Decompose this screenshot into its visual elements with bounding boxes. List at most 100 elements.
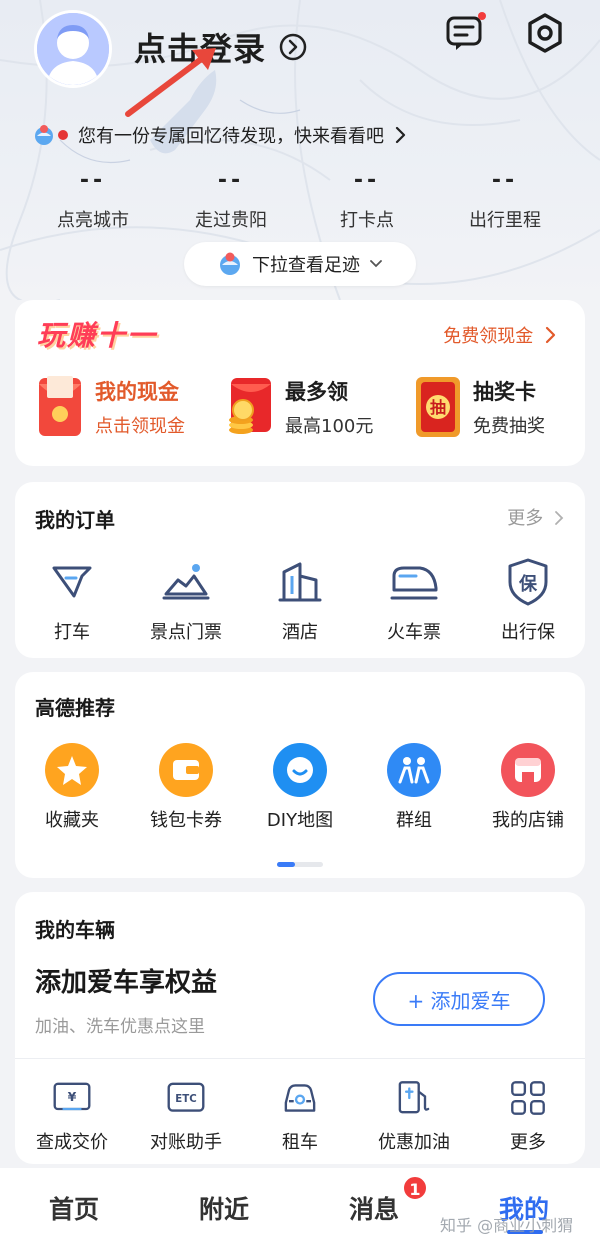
vehicle-etc[interactable]: ETC 对账助手 — [129, 1076, 243, 1154]
stat-mileage[interactable]: -- 出行里程 — [430, 168, 580, 232]
svg-text:¥: ¥ — [68, 1089, 77, 1104]
recommend-favorites[interactable]: 收藏夹 — [15, 742, 129, 832]
settings-icon[interactable] — [524, 12, 566, 54]
vehicle-grid: ¥ 查成交价 ETC 对账助手 租车 优惠加油 更多 — [15, 1076, 585, 1176]
stat-guiyang[interactable]: -- 走过贵阳 — [156, 168, 306, 232]
pull-footprint-button[interactable]: 下拉查看足迹 — [184, 242, 416, 286]
order-label: 打车 — [54, 622, 90, 643]
add-car-button[interactable]: + 添加爱车 — [373, 972, 545, 1026]
car-icon — [284, 1084, 316, 1112]
recommend-label: DIY地图 — [266, 810, 334, 831]
divider — [15, 1058, 585, 1059]
page-indicator-active — [277, 862, 295, 867]
promo-title: 我的现金 — [95, 380, 179, 404]
order-label: 酒店 — [282, 622, 318, 643]
promo-logo: 玩赚十一 — [37, 319, 158, 352]
scenic-ticket-icon — [162, 564, 210, 600]
recommend-label: 钱包卡券 — [150, 810, 222, 831]
group-icon — [387, 743, 441, 797]
profile-header: 点击登录 您有一份专属回忆待发现，快来看看吧 -- 点亮城市 -- 走过贵阳 -… — [0, 0, 600, 300]
diy-map-icon — [273, 743, 327, 797]
shop-icon — [501, 743, 555, 797]
lottery-card-icon: 抽 — [416, 377, 460, 437]
promo-sub: 免费抽奖 — [473, 416, 545, 437]
vehicle-rent[interactable]: 租车 — [243, 1076, 357, 1154]
recommend-label: 群组 — [396, 810, 432, 831]
promo-item-cash[interactable]: 我的现金 点击领现金 — [35, 372, 215, 448]
orders-grid: 打车 景点门票 酒店 火车票 保 出行保 — [15, 554, 585, 654]
coin-envelope-icon — [229, 378, 271, 434]
vehicle-title: 我的车辆 — [35, 918, 115, 942]
recommend-my-shop[interactable]: 我的店铺 — [471, 742, 585, 832]
vehicle-label: 优惠加油 — [378, 1132, 450, 1153]
tab-home[interactable]: 首页 — [24, 1190, 124, 1226]
promo-link[interactable]: 免费领现金 — [443, 322, 557, 348]
stat-label: 出行里程 — [469, 210, 541, 231]
stat-label: 走过贵阳 — [195, 210, 267, 231]
order-train[interactable]: 火车票 — [357, 554, 471, 644]
promo-card: 玩赚十一 免费领现金 我的现金 点击领现金 最多领 最高100元 抽 抽奖卡 免… — [15, 300, 585, 466]
avatar[interactable] — [34, 10, 112, 88]
message-icon[interactable] — [444, 12, 486, 54]
unread-dot — [58, 130, 68, 140]
tab-nearby[interactable]: 附近 — [174, 1190, 274, 1226]
vehicle-card: 我的车辆 添加爱车享权益 加油、洗车优惠点这里 + 添加爱车 ¥ 查成交价 ET… — [15, 892, 585, 1164]
recommend-title: 高德推荐 — [35, 696, 115, 720]
wallet-icon — [159, 743, 213, 797]
promo-sub: 点击领现金 — [95, 416, 185, 437]
stat-cities[interactable]: -- 点亮城市 — [18, 168, 168, 232]
order-label: 出行保 — [501, 622, 555, 643]
orders-more-link[interactable]: 更多 — [507, 504, 565, 530]
page-indicator — [277, 862, 323, 867]
vehicle-subtitle: 加油、洗车优惠点这里 — [35, 1017, 205, 1037]
order-label: 景点门票 — [150, 622, 222, 643]
order-taxi[interactable]: 打车 — [15, 554, 129, 644]
taxi-icon — [52, 566, 92, 598]
chevron-down-icon — [370, 260, 382, 268]
svg-text:ETC: ETC — [175, 1094, 196, 1105]
vehicle-headline: 添加爱车享权益 — [35, 968, 218, 998]
star-icon — [45, 743, 99, 797]
vehicle-more[interactable]: 更多 — [471, 1076, 585, 1154]
stat-checkins[interactable]: -- 打卡点 — [292, 168, 442, 232]
recommend-diy-map[interactable]: DIY地图 — [243, 742, 357, 832]
promo-title: 最多领 — [285, 380, 348, 404]
memory-text: 您有一份专属回忆待发现，快来看看吧 — [78, 126, 384, 147]
recommend-wallet[interactable]: 钱包卡券 — [129, 742, 243, 832]
stat-label: 打卡点 — [340, 210, 394, 231]
svg-text:抽: 抽 — [430, 398, 446, 417]
footprint-globe-icon — [220, 252, 240, 275]
stats-row: -- 点亮城市 -- 走过贵阳 -- 打卡点 -- 出行里程 — [0, 168, 600, 238]
recommend-label: 我的店铺 — [492, 810, 564, 831]
stat-value: -- — [217, 168, 245, 193]
stat-value: -- — [353, 168, 381, 193]
promo-sub: 最高100元 — [285, 416, 374, 437]
vehicle-label: 对账助手 — [150, 1132, 222, 1153]
recommend-label: 收藏夹 — [45, 810, 99, 831]
order-hotel[interactable]: 酒店 — [243, 554, 357, 644]
chevron-right-icon — [395, 126, 406, 144]
red-envelope-icon — [39, 376, 81, 436]
promo-title: 抽奖卡 — [473, 380, 536, 404]
order-scenic[interactable]: 景点门票 — [129, 554, 243, 644]
chevron-circle-icon[interactable] — [278, 32, 308, 62]
memory-banner[interactable]: 您有一份专属回忆待发现，快来看看吧 — [32, 120, 408, 150]
pull-label: 下拉查看足迹 — [252, 255, 360, 276]
grid-icon — [511, 1081, 545, 1115]
vehicle-price[interactable]: ¥ 查成交价 — [15, 1076, 129, 1154]
vehicle-label: 查成交价 — [36, 1132, 108, 1153]
recommend-groups[interactable]: 群组 — [357, 742, 471, 832]
promo-item-lottery[interactable]: 抽 抽奖卡 免费抽奖 — [413, 372, 583, 448]
vehicle-label: 更多 — [510, 1132, 546, 1153]
promo-link-label: 免费领现金 — [443, 326, 534, 347]
message-badge: 1 — [402, 1175, 428, 1201]
promo-item-max[interactable]: 最多领 最高100元 — [225, 372, 405, 448]
etc-icon: ETC — [167, 1082, 205, 1112]
stat-value: -- — [79, 168, 107, 193]
stat-value: -- — [491, 168, 519, 193]
vehicle-fuel[interactable]: 优惠加油 — [357, 1076, 471, 1154]
order-insurance[interactable]: 保 出行保 — [471, 554, 585, 644]
recommend-card: 高德推荐 收藏夹 钱包卡券 DIY地图 群组 我的店铺 — [15, 672, 585, 878]
vehicle-label: 租车 — [282, 1132, 318, 1153]
recommend-grid: 收藏夹 钱包卡券 DIY地图 群组 我的店铺 — [15, 742, 585, 842]
